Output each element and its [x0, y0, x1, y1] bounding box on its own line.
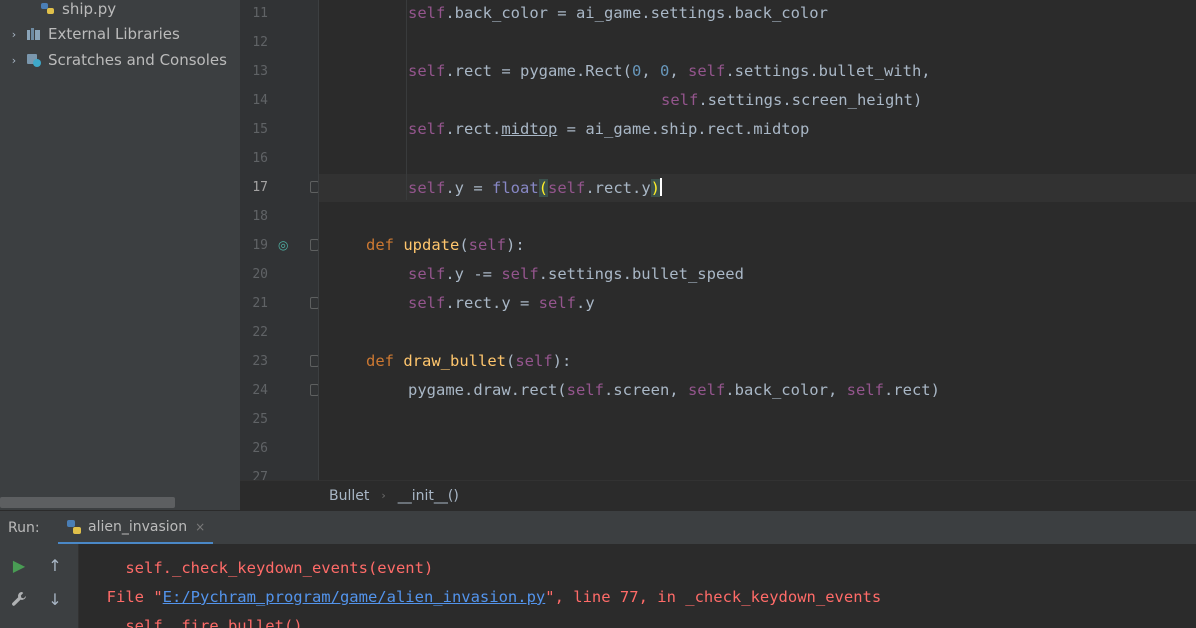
code-line-24: pygame.draw.rect(self.screen, self.back_…	[408, 381, 940, 399]
console-file-link[interactable]: E:/Pychram_program/game/alien_invasion.p…	[163, 588, 546, 606]
run-toolbar: ▶ ↑ ↓	[0, 544, 79, 628]
line-number: 13	[252, 64, 268, 79]
tree-item-label: Scratches and Consoles	[48, 51, 227, 69]
code-line-20: self.y -= self.settings.bullet_speed	[408, 265, 744, 283]
console-output-line: File "E:/Pychram_program/game/alien_inva…	[88, 588, 882, 606]
library-icon	[26, 27, 42, 41]
line-number: 21	[252, 296, 268, 311]
line-number: 22	[252, 325, 268, 340]
tree-item-ship-py[interactable]: ship.py	[40, 0, 116, 21]
line-number-current: 17	[252, 180, 268, 195]
line-number: 14	[252, 93, 268, 108]
line-number: 11	[252, 6, 268, 21]
breadcrumb: Bullet › __init__()	[240, 480, 1196, 510]
line-number: 24	[252, 383, 268, 398]
line-number: 18	[252, 209, 268, 224]
line-number: 25	[252, 412, 268, 427]
arrow-down-icon[interactable]: ↓	[44, 588, 66, 610]
breadcrumb-separator: ›	[381, 489, 386, 502]
arrow-up-icon[interactable]: ↑	[44, 554, 66, 576]
line-number: 23	[252, 354, 268, 369]
python-file-icon	[66, 519, 82, 535]
tree-item-external-libraries[interactable]: › External Libraries	[6, 22, 180, 46]
override-marker-icon[interactable]: ◎	[278, 238, 288, 252]
console-output-line: self._check_keydown_events(event)	[88, 559, 434, 577]
breadcrumb-method[interactable]: __init__()	[398, 488, 459, 504]
line-number-gutter: 11 12 13 14 15 16 17 18 19 20 21 22 23 2…	[240, 0, 319, 480]
gutter-separator	[318, 0, 319, 480]
matched-bracket: )	[650, 179, 661, 197]
code-line-19: def update(self):	[366, 236, 525, 254]
indent-guide	[406, 0, 407, 200]
wrench-icon[interactable]	[8, 588, 30, 610]
run-tab-label: alien_invasion	[88, 518, 188, 535]
code-line-21: self.rect.y = self.y	[408, 294, 595, 312]
run-toolwindow-header: Run: alien_invasion ×	[0, 510, 1196, 545]
line-number: 27	[252, 470, 268, 480]
code-editor[interactable]: 11 12 13 14 15 16 17 18 19 20 21 22 23 2…	[240, 0, 1196, 480]
line-number: 20	[252, 267, 268, 282]
chevron-right-icon[interactable]: ›	[6, 28, 22, 41]
line-number: 26	[252, 441, 268, 456]
console-output-line: self._fire_bullet()	[88, 617, 303, 628]
python-file-icon	[40, 2, 56, 16]
line-number: 16	[252, 151, 268, 166]
line-number: 12	[252, 35, 268, 50]
scratches-icon	[26, 53, 42, 67]
code-line-11: self.back_color = ai_game.settings.back_…	[408, 4, 828, 22]
run-label: Run:	[8, 520, 40, 536]
matched-bracket: (	[538, 179, 549, 197]
chevron-right-icon[interactable]: ›	[6, 54, 22, 67]
close-icon[interactable]: ×	[195, 520, 205, 534]
tree-item-label: ship.py	[62, 0, 117, 18]
tree-item-label: External Libraries	[48, 25, 180, 43]
project-sidebar: ship.py › External Libraries › Scratches…	[0, 0, 241, 510]
run-console[interactable]: ▶ ↑ ↓ self._check_keydown_events(event) …	[0, 544, 1196, 628]
line-number: 19	[252, 238, 268, 253]
line-number: 15	[252, 122, 268, 137]
breadcrumb-class[interactable]: Bullet	[329, 488, 369, 504]
rerun-icon[interactable]: ▶	[8, 554, 30, 576]
code-line-14: self.settings.screen_height)	[661, 91, 923, 109]
run-tab-alien-invasion[interactable]: alien_invasion ×	[58, 511, 214, 545]
code-line-17: self.y = float(self.rect.y)	[408, 178, 663, 197]
tree-item-scratches-consoles[interactable]: › Scratches and Consoles	[6, 48, 227, 72]
code-line-13: self.rect = pygame.Rect(0, 0, self.setti…	[408, 62, 931, 80]
code-line-15: self.rect.midtop = ai_game.ship.rect.mid…	[408, 120, 810, 138]
horizontal-scrollbar[interactable]	[0, 497, 175, 508]
text-caret	[660, 178, 663, 196]
code-line-23: def draw_bullet(self):	[366, 352, 572, 370]
